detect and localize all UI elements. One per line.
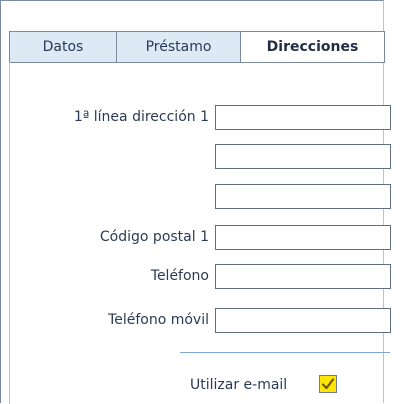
tab-body-border [9, 62, 385, 63]
mobile-input[interactable] [215, 308, 391, 333]
address-line1-input[interactable] [215, 105, 391, 130]
address-line1-row: 1ª línea dirección 1 [1, 105, 391, 131]
use-email-label: Utilizar e-mail [190, 377, 288, 393]
tab-bar: Datos Préstamo Direcciones [1, 31, 385, 63]
tab-datos[interactable]: Datos [9, 31, 117, 63]
phone-row: Teléfono [1, 264, 391, 290]
mobile-label: Teléfono móvil [108, 312, 209, 328]
use-email-row: Utilizar e-mail [1, 373, 385, 399]
use-email-checkbox[interactable] [319, 375, 337, 393]
address-line3-input[interactable] [215, 184, 391, 209]
mobile-row: Teléfono móvil [1, 308, 391, 334]
tab-prestamo[interactable]: Préstamo [116, 31, 241, 63]
address-line2-row [1, 144, 391, 170]
form-panel: Datos Préstamo Direcciones 1ª línea dire… [0, 0, 391, 404]
address-line2-input[interactable] [215, 144, 391, 169]
section-divider [180, 352, 390, 353]
address-line3-row [1, 184, 391, 210]
postal-code-row: Código postal 1 [1, 225, 391, 251]
postal-code-input[interactable] [215, 225, 391, 250]
postal-code-label: Código postal 1 [99, 229, 209, 245]
phone-label: Teléfono [150, 268, 209, 284]
address-line1-label: 1ª línea dirección 1 [73, 109, 209, 125]
checkmark-icon [321, 378, 335, 390]
tab-direcciones[interactable]: Direcciones [240, 31, 385, 63]
phone-input[interactable] [215, 264, 391, 289]
